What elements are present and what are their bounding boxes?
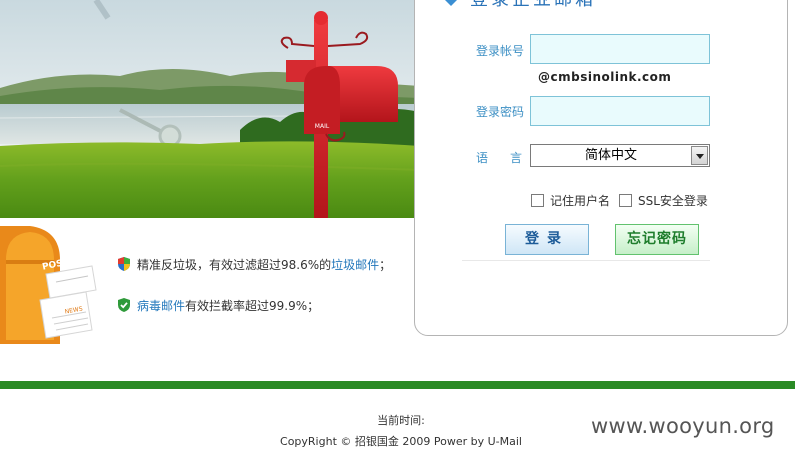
footer-band [0, 381, 795, 389]
feature-text: 有效拦截率超过99.9%； [185, 298, 320, 313]
mailbox-label: MAIL [315, 123, 330, 130]
ssl-login-option[interactable]: SSL安全登录 [619, 193, 708, 208]
remember-username-checkbox[interactable] [531, 194, 544, 207]
login-title: 登录企业邮箱 [442, 0, 596, 11]
login-title-text: 登录企业邮箱 [470, 0, 596, 11]
post-mailbox-illustration: POST NEWS [0, 220, 110, 350]
watermark: www.wooyun.org [588, 408, 795, 444]
shield-colored-icon [118, 257, 130, 271]
forgot-password-button[interactable]: 忘记密码 [615, 224, 699, 255]
feature-text: 精准反垃圾，有效过滤超过98.6%的 [137, 257, 332, 272]
account-input[interactable] [530, 34, 710, 64]
ssl-login-label: SSL安全登录 [638, 194, 708, 208]
virus-mail-link[interactable]: 病毒邮件 [137, 297, 185, 314]
language-selected-value: 简体中文 [584, 148, 637, 163]
divider [462, 260, 710, 261]
remember-username-label: 记住用户名 [550, 194, 611, 208]
shield-green-check-icon [118, 298, 130, 312]
feature-antispam: 精准反垃圾，有效过滤超过98.6%的 垃圾邮件 ； [116, 255, 391, 273]
password-label: 登录密码 [476, 105, 525, 119]
ssl-login-checkbox[interactable] [619, 194, 632, 207]
domain-suffix: @cmbsinolink.com [538, 70, 672, 84]
account-label: 登录帐号 [476, 44, 525, 58]
hero-landscape-image: MAIL [0, 0, 420, 218]
language-label-char-2: 言 [510, 151, 523, 165]
password-input[interactable] [530, 96, 710, 126]
remember-username-option[interactable]: 记住用户名 [531, 193, 610, 208]
spam-mail-link[interactable]: 垃圾邮件 [331, 256, 379, 273]
chevron-down-icon[interactable] [691, 146, 708, 165]
language-label: 语言 [476, 149, 522, 166]
diamond-icon [445, 0, 457, 6]
hero-banner: MAIL [0, 0, 420, 218]
feature-antivirus: 病毒邮件 有效拦截率超过99.9%； [116, 296, 319, 314]
language-select[interactable]: 简体中文 [530, 144, 710, 167]
feature-suffix: ； [379, 257, 392, 272]
login-button[interactable]: 登录 [505, 224, 589, 255]
language-label-char-1: 语 [476, 151, 489, 165]
